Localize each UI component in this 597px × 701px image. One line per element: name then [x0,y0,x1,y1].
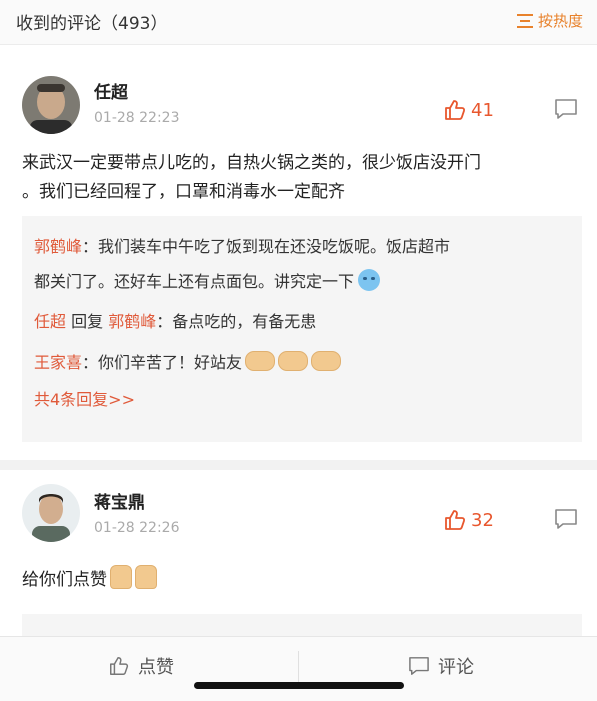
handshake-emoji-icon [311,351,342,371]
cry-emoji-icon [358,269,381,291]
like-action-label: 点赞 [138,657,174,678]
sort-label: 按热度 [537,12,583,30]
handshake-emoji-icon [278,351,309,371]
reply-item: 郭鹤峰：我们装车中午吃了饭到现在还没吃饭呢。饭店超市 [34,237,451,256]
reply-item-continued: 都关门了。还好车上还有点面包。讲究定一下 [34,268,381,296]
like-count: 32 [471,509,494,531]
comment-text: 来武汉一定要带点儿吃的，自热火锅之类的，很少饭店没开门 。我们已经回程了，口罩和… [22,153,481,202]
comment-text: 给你们点赞 [22,565,580,595]
reply-button[interactable] [554,508,578,534]
like-button[interactable]: 41 [443,98,494,122]
reply-button[interactable] [554,98,578,124]
like-button[interactable]: 32 [443,508,494,532]
reply-author[interactable]: 郭鹤峰 [34,237,82,256]
reply-item: 王家喜：你们辛苦了！好站友 [34,349,342,377]
like-action-button[interactable]: 点赞 [108,653,174,679]
comment-action-button[interactable]: 评论 [408,653,474,679]
reply-author[interactable]: 任超 [34,312,66,331]
more-replies-link[interactable]: 共4条回复>> [34,386,135,414]
avatar[interactable] [22,484,80,542]
reply-item: 任超 回复 郭鹤峰：备点吃的，有备无患 [34,312,317,331]
bottom-action-bar: 点赞 评论 [0,636,597,701]
header-bar: 收到的评论（493） 按热度 [0,0,597,45]
timestamp: 01-28 22:26 [94,520,180,536]
thumbs-up-emoji-icon [110,565,132,589]
home-indicator[interactable] [194,682,404,689]
comment-action-label: 评论 [438,657,474,678]
sort-icon [516,13,533,28]
reply-target[interactable]: 郭鹤峰 [108,312,156,331]
timestamp: 01-28 22:23 [94,110,180,126]
like-count: 41 [471,99,494,121]
handshake-emoji-icon [245,351,276,371]
comment-icon [555,99,577,119]
username[interactable]: 蒋宝鼎 [94,488,145,513]
avatar[interactable] [22,76,80,134]
comment-icon [555,509,577,529]
divider [0,460,597,470]
thumbs-up-icon [110,657,129,675]
sort-by-hot-button[interactable]: 按热度 [516,10,583,31]
reply-author[interactable]: 王家喜 [34,353,82,372]
thumbs-up-emoji-icon [135,565,157,589]
separator [298,651,299,683]
username[interactable]: 任超 [94,78,128,103]
page-title: 收到的评论（493） [16,14,168,34]
thumbs-up-icon [445,100,466,120]
comment-icon [409,657,429,675]
thumbs-up-icon [445,510,466,530]
reply-box: 郭鹤峰：我们装车中午吃了饭到现在还没吃饭呢。饭店超市 都关门了。还好车上还有点面… [22,216,582,442]
